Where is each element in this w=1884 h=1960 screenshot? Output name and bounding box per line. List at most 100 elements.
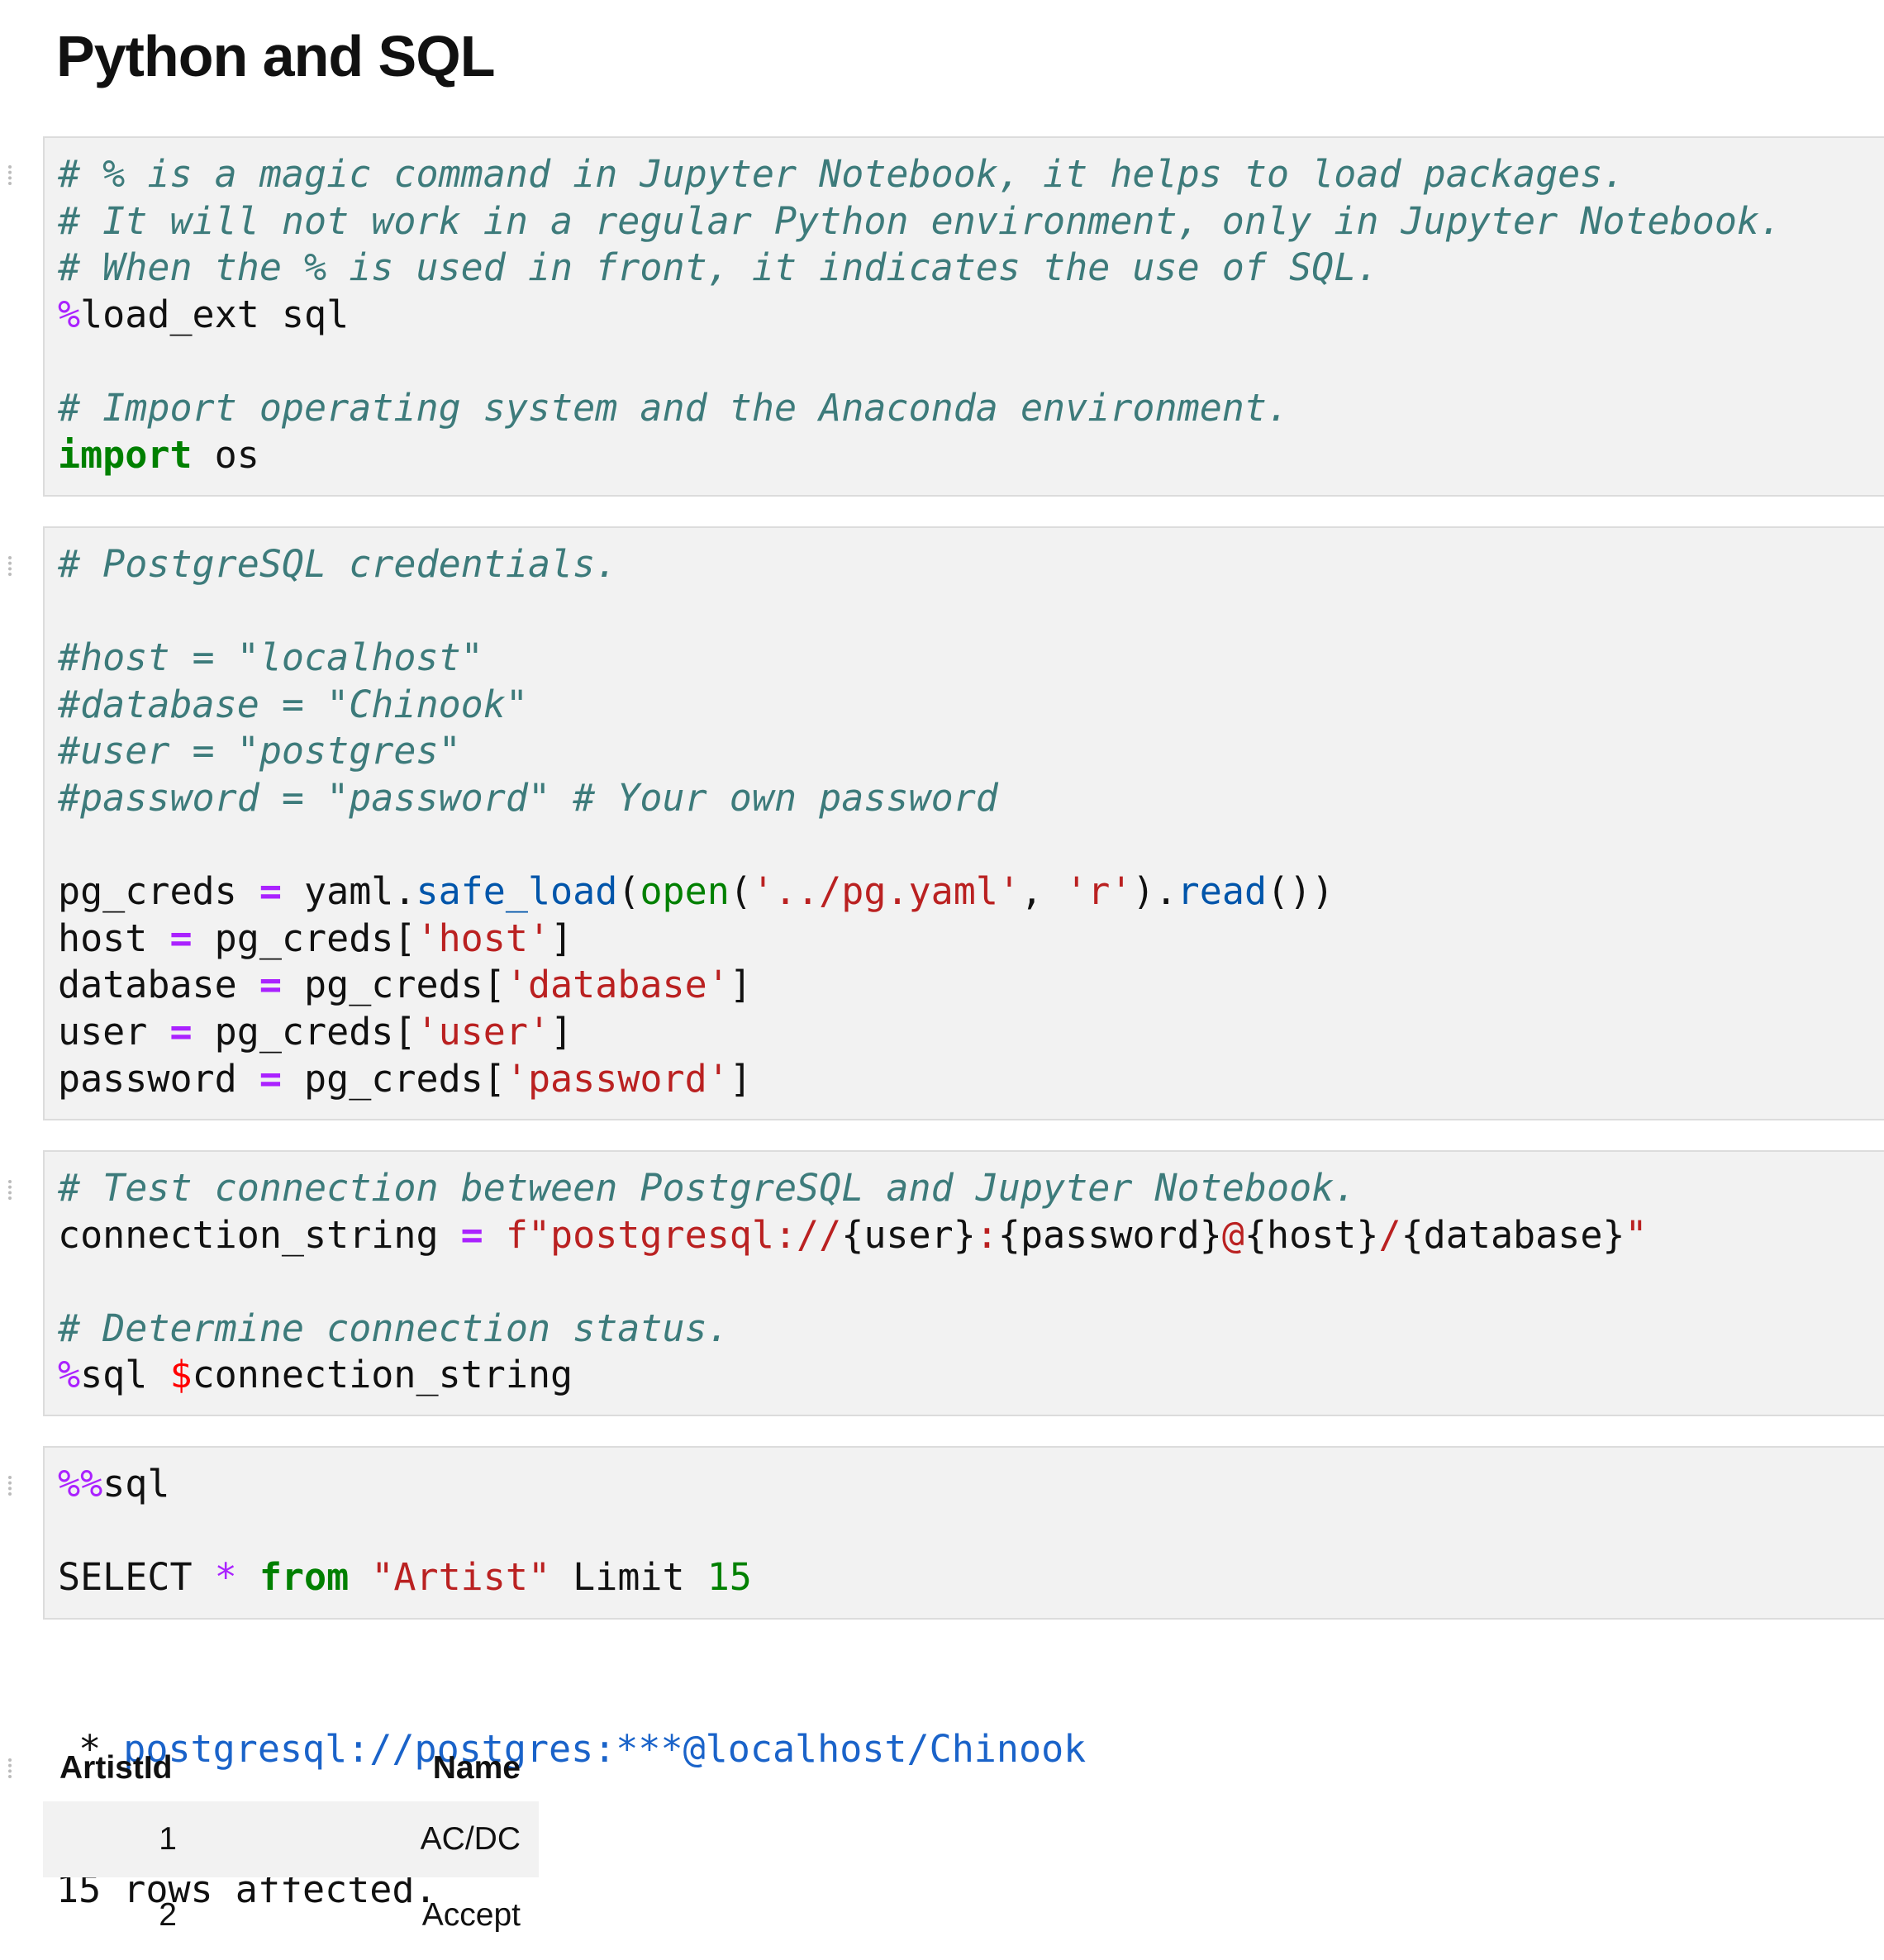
- code-text: ]: [550, 1009, 573, 1054]
- string-literal: /: [1378, 1212, 1401, 1257]
- code-editor[interactable]: # % is a magic command in Jupyter Notebo…: [58, 151, 1884, 478]
- cell-drag-handle[interactable]: [8, 1476, 18, 1496]
- cell-artistid: 2: [159, 1897, 177, 1933]
- column-header-name: Name: [432, 1750, 521, 1786]
- code-cell-2[interactable]: # PostgreSQL credentials. #host = "localh…: [43, 526, 1884, 1120]
- cell-drag-handle[interactable]: [8, 1180, 18, 1200]
- code-comment: #user = "postgres": [58, 729, 461, 773]
- code-editor[interactable]: # PostgreSQL credentials. #host = "localh…: [58, 541, 1884, 1102]
- code-line: #database = "Chinook": [58, 682, 1884, 729]
- code-comment: # When the % is used in front, it indica…: [58, 245, 1379, 290]
- code-text: connection_string: [58, 1212, 461, 1257]
- table-row: 2 Accept: [43, 1877, 539, 1953]
- cell-name: Accept: [421, 1897, 521, 1933]
- code-text: password: [58, 1056, 259, 1101]
- code-text: SELECT: [58, 1555, 215, 1600]
- code-line: connection_string = f"postgresql://{user…: [58, 1212, 1884, 1259]
- cell-drag-handle[interactable]: [8, 165, 18, 185]
- cell-drag-handle[interactable]: [8, 556, 18, 576]
- code-line: import os: [58, 432, 1884, 479]
- code-comment: #database = "Chinook": [58, 682, 528, 726]
- operator: =: [460, 1212, 483, 1257]
- code-line: #host = "localhost": [58, 635, 1884, 682]
- code-text: {host}: [1244, 1212, 1379, 1257]
- code-line: # PostgreSQL credentials.: [58, 541, 1884, 588]
- page-title: Python and SQL: [56, 24, 495, 88]
- magic-prefix: *: [214, 1555, 237, 1600]
- string-literal: @: [1221, 1212, 1244, 1257]
- operator: =: [169, 916, 193, 960]
- code-text: (: [617, 869, 640, 914]
- variable-sigil: $: [169, 1353, 193, 1397]
- string-literal: 'database': [505, 963, 730, 1007]
- magic-prefix: %: [58, 1353, 81, 1397]
- code-line: database = pg_creds['database']: [58, 962, 1884, 1009]
- code-text: Limit: [550, 1555, 707, 1600]
- code-text: user: [58, 1009, 170, 1054]
- string-literal: :: [975, 1212, 998, 1257]
- code-text: pg_creds[: [281, 963, 506, 1007]
- code-text: database: [58, 963, 259, 1007]
- code-line: # Import operating system and the Anacon…: [58, 385, 1884, 432]
- string-literal: 'r': [1065, 869, 1133, 914]
- code-text: sql: [102, 1462, 170, 1506]
- code-text: ]: [729, 1056, 752, 1101]
- code-text: {database}: [1401, 1212, 1625, 1257]
- code-text: pg_creds[: [192, 916, 416, 960]
- magic-prefix: %: [58, 292, 81, 336]
- code-line: # Determine connection status.: [58, 1306, 1884, 1353]
- code-line: # It will not work in a regular Python e…: [58, 198, 1884, 245]
- code-text: pg_creds[: [192, 1009, 416, 1054]
- code-comment: # It will not work in a regular Python e…: [58, 198, 1782, 243]
- output-prompt[interactable]: [8, 1758, 18, 1778]
- code-cell-1[interactable]: # % is a magic command in Jupyter Notebo…: [43, 136, 1884, 497]
- code-text: ()): [1267, 869, 1334, 914]
- code-text: yaml.: [281, 869, 416, 914]
- keyword: import: [58, 432, 193, 477]
- code-editor[interactable]: %%sql SELECT * from "Artist" Limit 15: [58, 1461, 1884, 1601]
- code-line: #user = "postgres": [58, 728, 1884, 775]
- code-comment: # Determine connection status.: [58, 1306, 730, 1350]
- magic-prefix: %%: [58, 1462, 103, 1506]
- table-row: 1 AC/DC: [43, 1801, 539, 1877]
- string-literal: '../pg.yaml': [751, 869, 1021, 914]
- code-comment: # PostgreSQL credentials.: [58, 542, 618, 586]
- code-editor[interactable]: # Test connection between PostgreSQL and…: [58, 1165, 1884, 1399]
- column-header-artistid: ArtistId: [59, 1750, 173, 1786]
- code-cell-3[interactable]: # Test connection between PostgreSQL and…: [43, 1150, 1884, 1416]
- code-text: load_ext sql: [80, 292, 350, 336]
- function-name: safe_load: [416, 869, 618, 914]
- code-line: #password = "password" # Your own passwo…: [58, 775, 1884, 822]
- code-comment: # Import operating system and the Anacon…: [58, 385, 1290, 430]
- keyword: from: [259, 1555, 350, 1600]
- code-line: SELECT * from "Artist" Limit 15: [58, 1554, 1884, 1601]
- code-text: {user}: [841, 1212, 976, 1257]
- code-text: (: [729, 869, 752, 914]
- cell-name: AC/DC: [238, 1801, 539, 1877]
- code-line: # When the % is used in front, it indica…: [58, 245, 1884, 292]
- code-cell-4[interactable]: %%sql SELECT * from "Artist" Limit 15: [43, 1446, 1884, 1620]
- code-line: # % is a magic command in Jupyter Notebo…: [58, 151, 1884, 198]
- code-comment: #host = "localhost": [58, 635, 483, 680]
- builtin: open: [640, 869, 730, 914]
- function-name: read: [1177, 869, 1268, 914]
- code-line: pg_creds = yaml.safe_load(open('../pg.ya…: [58, 868, 1884, 916]
- string-literal: 'password': [505, 1056, 730, 1101]
- code-text: ,: [1020, 869, 1066, 914]
- code-text: pg_creds[: [281, 1056, 506, 1101]
- code-comment: # Test connection between PostgreSQL and…: [58, 1166, 1357, 1210]
- code-text: ]: [550, 916, 573, 960]
- code-line: %sql $connection_string: [58, 1352, 1884, 1399]
- code-line: %load_ext sql: [58, 292, 1884, 339]
- code-line: password = pg_creds['password']: [58, 1056, 1884, 1103]
- code-text: pg_creds: [58, 869, 259, 914]
- cell-artistid: 1: [43, 1801, 238, 1877]
- number-literal: 15: [706, 1555, 752, 1600]
